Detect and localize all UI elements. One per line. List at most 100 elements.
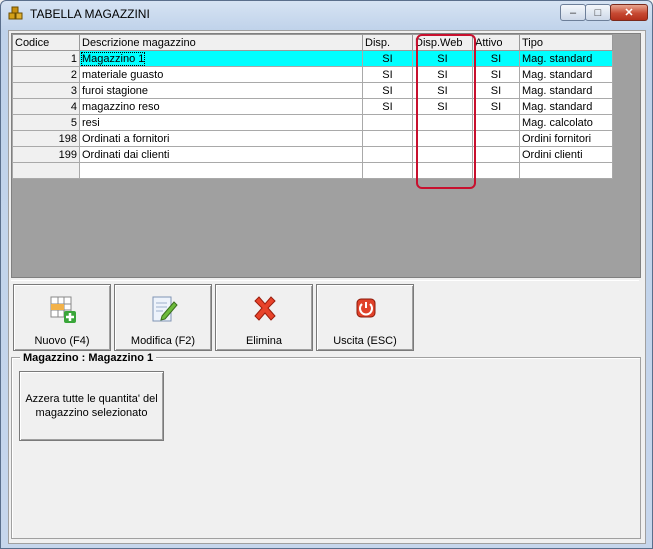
cell-text: 1 bbox=[70, 52, 77, 65]
minimize-button[interactable]: – bbox=[560, 4, 586, 21]
table-row[interactable]: 2 materiale guasto SI SI SI Mag. standard bbox=[12, 66, 613, 83]
cell-tipo[interactable]: Mag. calcolato bbox=[519, 114, 613, 131]
warehouse-grid[interactable]: Codice Descrizione magazzino Disp. Disp.… bbox=[11, 33, 641, 278]
cell-disp[interactable]: SI bbox=[362, 66, 413, 83]
cell-disp[interactable]: SI bbox=[362, 50, 413, 67]
cell-attivo[interactable]: SI bbox=[472, 98, 520, 115]
cell-text: SI bbox=[490, 100, 502, 113]
cell-descrizione[interactable] bbox=[79, 162, 363, 179]
cell-disp[interactable] bbox=[362, 114, 413, 131]
reset-quantities-button[interactable]: Azzera tutte le quantita' del magazzino … bbox=[19, 371, 164, 441]
table-row[interactable]: 198 Ordinati a fornitori Ordini fornitori bbox=[12, 130, 613, 147]
app-icon bbox=[8, 6, 23, 20]
cell-text: Mag. standard bbox=[522, 68, 593, 81]
cell-descrizione[interactable]: furoi stagione bbox=[79, 82, 363, 99]
title-bar: TABELLA MAGAZZINI – □ ✕ bbox=[1, 1, 652, 27]
cell-attivo[interactable]: SI bbox=[472, 50, 520, 67]
cell-text: SI bbox=[490, 84, 502, 97]
warehouse-detail-panel: Magazzino : Magazzino 1 Azzera tutte le … bbox=[11, 352, 641, 539]
warehouse-table[interactable]: Codice Descrizione magazzino Disp. Disp.… bbox=[12, 34, 613, 179]
cell-codice[interactable]: 2 bbox=[12, 66, 80, 83]
cell-codice[interactable]: 199 bbox=[12, 146, 80, 163]
cell-text: 3 bbox=[70, 84, 77, 97]
cell-descrizione[interactable]: magazzino reso bbox=[79, 98, 363, 115]
cell-text: SI bbox=[490, 52, 502, 65]
cell-codice[interactable]: 5 bbox=[12, 114, 80, 131]
client-area: Codice Descrizione magazzino Disp. Disp.… bbox=[8, 30, 646, 544]
table-row[interactable]: 3 furoi stagione SI SI SI Mag. standard bbox=[12, 82, 613, 99]
exit-button[interactable]: Uscita (ESC) bbox=[316, 284, 414, 351]
cell-tipo[interactable] bbox=[519, 162, 613, 179]
delete-button-label: Elimina bbox=[245, 335, 283, 347]
cell-text: Mag. standard bbox=[522, 100, 593, 113]
edit-button[interactable]: Modifica (F2) bbox=[114, 284, 212, 351]
cell-disp[interactable] bbox=[362, 130, 413, 147]
cell-codice[interactable]: 1 bbox=[12, 50, 80, 67]
cell-tipo[interactable]: Mag. standard bbox=[519, 50, 613, 67]
cell-tipo[interactable]: Ordini fornitori bbox=[519, 130, 613, 147]
cell-disp[interactable]: SI bbox=[362, 98, 413, 115]
cell-codice[interactable] bbox=[12, 162, 80, 179]
cell-text: Ordini clienti bbox=[522, 148, 583, 161]
close-button[interactable]: ✕ bbox=[610, 4, 648, 21]
cell-disp[interactable] bbox=[362, 146, 413, 163]
cell-text: magazzino reso bbox=[82, 100, 160, 113]
cell-attivo[interactable]: SI bbox=[472, 82, 520, 99]
cell-text: furoi stagione bbox=[82, 84, 149, 97]
cell-codice[interactable]: 4 bbox=[12, 98, 80, 115]
cell-attivo[interactable] bbox=[472, 114, 520, 131]
cell-tipo[interactable]: Mag. standard bbox=[519, 82, 613, 99]
cell-disp[interactable] bbox=[362, 162, 413, 179]
maximize-button[interactable]: □ bbox=[585, 4, 611, 21]
column-header-attivo[interactable]: Attivo bbox=[472, 34, 520, 51]
cell-text: Ordinati a fornitori bbox=[82, 132, 170, 145]
cell-tipo[interactable]: Mag. standard bbox=[519, 98, 613, 115]
column-header-disp[interactable]: Disp. bbox=[362, 34, 413, 51]
cell-text: materiale guasto bbox=[82, 68, 164, 81]
cell-attivo[interactable] bbox=[472, 146, 520, 163]
minimize-icon: – bbox=[569, 6, 577, 19]
cell-text: Magazzino 1 bbox=[80, 51, 146, 66]
table-row[interactable] bbox=[12, 162, 613, 179]
cell-tipo[interactable]: Ordini clienti bbox=[519, 146, 613, 163]
new-button[interactable]: Nuovo (F4) bbox=[13, 284, 111, 351]
cell-attivo[interactable]: SI bbox=[472, 66, 520, 83]
cell-descrizione[interactable]: Ordinati a fornitori bbox=[79, 130, 363, 147]
cell-descrizione[interactable]: resi bbox=[79, 114, 363, 131]
cell-disp[interactable]: SI bbox=[362, 82, 413, 99]
column-header-tipo[interactable]: Tipo bbox=[519, 34, 613, 51]
cell-descrizione[interactable]: Ordinati dai clienti bbox=[79, 146, 363, 163]
delete-button[interactable]: Elimina bbox=[215, 284, 313, 351]
cell-text: Mag. standard bbox=[522, 52, 593, 65]
table-row[interactable]: 5 resi Mag. calcolato bbox=[12, 114, 613, 131]
cell-attivo[interactable] bbox=[472, 162, 520, 179]
cell-tipo[interactable]: Mag. standard bbox=[519, 66, 613, 83]
cell-descrizione[interactable]: materiale guasto bbox=[79, 66, 363, 83]
cell-descrizione[interactable]: Magazzino 1 bbox=[79, 50, 363, 67]
cell-text: SI bbox=[382, 52, 393, 65]
new-button-label: Nuovo (F4) bbox=[34, 335, 90, 347]
cell-text: SI bbox=[490, 68, 502, 81]
close-icon: ✕ bbox=[624, 7, 634, 19]
panel-title: Magazzino : Magazzino 1 bbox=[20, 352, 157, 364]
disp-web-highlight-box bbox=[416, 34, 476, 189]
cell-text: Ordinati dai clienti bbox=[82, 148, 170, 161]
table-header-row: Codice Descrizione magazzino Disp. Disp.… bbox=[12, 34, 613, 51]
column-header-codice[interactable]: Codice bbox=[12, 34, 80, 51]
power-icon bbox=[356, 298, 376, 318]
cell-codice[interactable]: 3 bbox=[12, 82, 80, 99]
cell-text: 2 bbox=[70, 68, 77, 81]
exit-button-label: Uscita (ESC) bbox=[333, 335, 397, 347]
new-record-icon bbox=[50, 296, 76, 323]
cell-attivo[interactable] bbox=[472, 130, 520, 147]
table-row[interactable]: 199 Ordinati dai clienti Ordini clienti bbox=[12, 146, 613, 163]
table-row[interactable]: 1 Magazzino 1 SI SI SI Mag. standard bbox=[12, 50, 613, 67]
reset-quantities-label: Azzera tutte le quantita' del magazzino … bbox=[25, 393, 158, 419]
delete-icon bbox=[254, 296, 276, 321]
cell-text: Ordini fornitori bbox=[522, 132, 592, 145]
cell-codice[interactable]: 198 bbox=[12, 130, 80, 147]
table-row[interactable]: 4 magazzino reso SI SI SI Mag. standard bbox=[12, 98, 613, 115]
main-window: TABELLA MAGAZZINI – □ ✕ Codice Descrizio… bbox=[0, 0, 653, 549]
cell-text: Mag. standard bbox=[522, 84, 593, 97]
column-header-descrizione[interactable]: Descrizione magazzino bbox=[79, 34, 363, 51]
